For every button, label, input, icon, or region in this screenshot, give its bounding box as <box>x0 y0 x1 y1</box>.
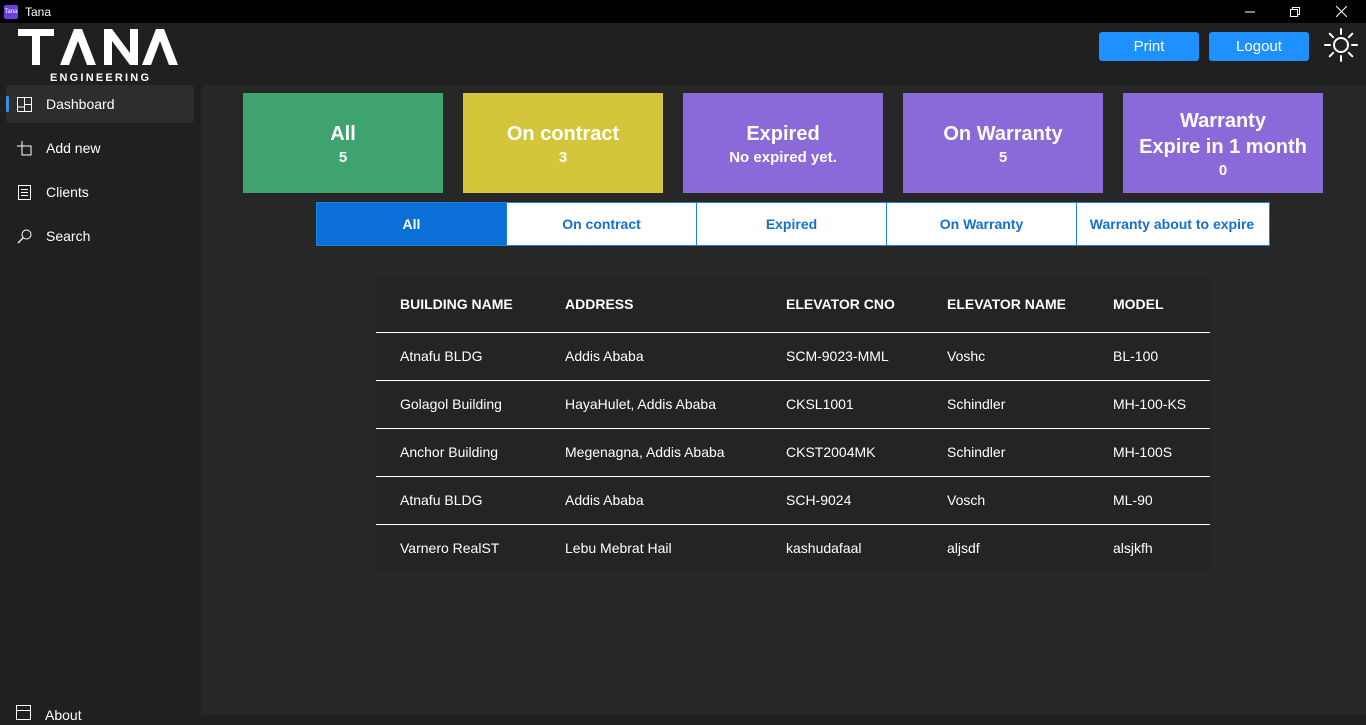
column-header[interactable]: BUILDING NAME <box>376 277 541 333</box>
summary-card-on-warranty[interactable]: On Warranty 5 <box>903 93 1103 193</box>
table-row[interactable]: Atnafu BLDG Addis Ababa SCM-9023-MML Vos… <box>376 332 1210 381</box>
card-value: 5 <box>998 148 1008 166</box>
table-cell: Lebu Mebrat Hail <box>565 540 672 557</box>
sidebar-item-clients[interactable]: Clients <box>6 173 194 211</box>
theme-toggle-button[interactable] <box>1323 27 1359 63</box>
sidebar-item-label: Dashboard <box>46 96 115 112</box>
dashboard-icon <box>16 96 32 112</box>
column-header[interactable]: ELEVATOR CNO <box>762 277 923 333</box>
sun-icon <box>1324 28 1358 62</box>
clients-icon <box>16 184 32 200</box>
main-content: All 5 On contract 3 Expired No expired y… <box>201 85 1366 715</box>
summary-card-warranty-expiring[interactable]: Warranty Expire in 1 month 0 <box>1123 93 1323 193</box>
active-indicator <box>6 96 9 112</box>
table-cell: Atnafu BLDG <box>376 476 541 525</box>
table-cell: MH-100S <box>1089 428 1210 477</box>
sidebar-item-label: Search <box>46 228 91 244</box>
table-row[interactable]: Atnafu BLDG Addis Ababa SCH-9024 Vosch M… <box>376 476 1210 525</box>
table-row[interactable]: Anchor Building Megenagna, Addis Ababa C… <box>376 428 1210 477</box>
table-cell: BL-100 <box>1089 332 1210 381</box>
sidebar-item-about[interactable]: About <box>6 705 194 725</box>
table-cell: Addis Ababa <box>541 476 762 525</box>
table-cell: SCH-9024 <box>762 476 923 525</box>
table-row[interactable]: Varnero RealST Lebu Mebrat Hail kashudaf… <box>376 524 1210 572</box>
table-cell: Anchor Building <box>376 428 541 477</box>
card-title: Warranty Expire in 1 month <box>1139 109 1307 158</box>
table-cell: alsjkfh <box>1113 540 1153 557</box>
table-cell: CKST2004MK <box>762 428 923 477</box>
app-header: ENGINEERING Print Logout <box>0 23 1366 85</box>
table-cell: ML-90 <box>1089 476 1210 525</box>
table-cell: Megenagna, Addis Ababa <box>541 428 762 477</box>
table-cell: Schindler <box>923 428 1089 477</box>
filter-tabs: All On contract Expired On Warranty Warr… <box>316 202 1270 246</box>
column-header[interactable]: ADDRESS <box>541 277 762 333</box>
elevators-table: BUILDING NAME ADDRESS ELEVATOR CNO ELEVA… <box>376 277 1210 571</box>
sidebar: Dashboard Add new Clients Search About <box>0 85 201 723</box>
tana-logo: ENGINEERING <box>16 25 201 84</box>
about-icon <box>16 705 31 725</box>
table-cell: CKSL1001 <box>762 380 923 429</box>
table-header-row: BUILDING NAME ADDRESS ELEVATOR CNO ELEVA… <box>376 277 1210 333</box>
table-cell: Vosch <box>923 476 1089 525</box>
tab-on-warranty[interactable]: On Warranty <box>887 203 1077 245</box>
card-title: All <box>330 122 356 145</box>
card-title: On Warranty <box>943 122 1063 145</box>
table-cell: MH-100-KS <box>1089 380 1210 429</box>
print-button[interactable]: Print <box>1099 32 1199 61</box>
table-cell: Atnafu BLDG <box>376 332 541 381</box>
logout-button[interactable]: Logout <box>1209 32 1309 61</box>
minimize-button[interactable] <box>1227 0 1273 23</box>
tab-expired[interactable]: Expired <box>697 203 887 245</box>
table-cell: Schindler <box>923 380 1089 429</box>
tab-on-contract[interactable]: On contract <box>507 203 697 245</box>
card-title: On contract <box>506 122 620 145</box>
sidebar-item-add-new[interactable]: Add new <box>6 129 194 167</box>
close-button[interactable] <box>1318 0 1364 23</box>
table-cell: Varnero RealST <box>400 540 500 557</box>
tab-warranty-about-to-expire[interactable]: Warranty about to expire <box>1077 203 1267 245</box>
sidebar-item-search[interactable]: Search <box>6 217 194 255</box>
sidebar-item-label: About <box>45 707 82 723</box>
sidebar-item-label: Add new <box>46 140 101 156</box>
restore-icon <box>1290 6 1300 17</box>
summary-card-all[interactable]: All 5 <box>243 93 443 193</box>
title-bar: Tana Tana <box>0 0 1366 23</box>
minimize-icon <box>1245 11 1255 12</box>
sidebar-item-label: Clients <box>46 184 89 200</box>
column-header[interactable]: MODEL <box>1089 277 1210 333</box>
table-cell: SCM-9023-MML <box>762 332 923 381</box>
card-value: No expired yet. <box>729 148 837 166</box>
summary-card-on-contract[interactable]: On contract 3 <box>463 93 663 193</box>
table-cell: Golagol Building <box>376 380 541 429</box>
table-cell: kashudafaal <box>786 540 862 557</box>
close-icon <box>1335 6 1347 17</box>
column-header[interactable]: ELEVATOR NAME <box>923 277 1089 333</box>
table-row[interactable]: Golagol Building HayaHulet, Addis Ababa … <box>376 380 1210 429</box>
card-value: 3 <box>558 148 568 166</box>
table-cell: aljsdf <box>947 540 980 557</box>
table-cell: Addis Ababa <box>541 332 762 381</box>
add-icon <box>16 140 32 156</box>
brand-subtitle: ENGINEERING <box>50 72 152 84</box>
restore-button[interactable] <box>1272 0 1318 23</box>
summary-card-expired[interactable]: Expired No expired yet. <box>683 93 883 193</box>
table-cell: Voshc <box>923 332 1089 381</box>
card-title: Expired <box>746 122 820 145</box>
tab-all[interactable]: All <box>317 203 507 245</box>
card-value: 5 <box>338 148 348 166</box>
app-icon: Tana <box>4 4 18 19</box>
card-value: 0 <box>1218 161 1228 179</box>
sidebar-item-dashboard[interactable]: Dashboard <box>6 85 194 123</box>
table-cell: HayaHulet, Addis Ababa <box>541 380 762 429</box>
search-icon <box>16 228 32 244</box>
window-title: Tana <box>25 4 52 19</box>
